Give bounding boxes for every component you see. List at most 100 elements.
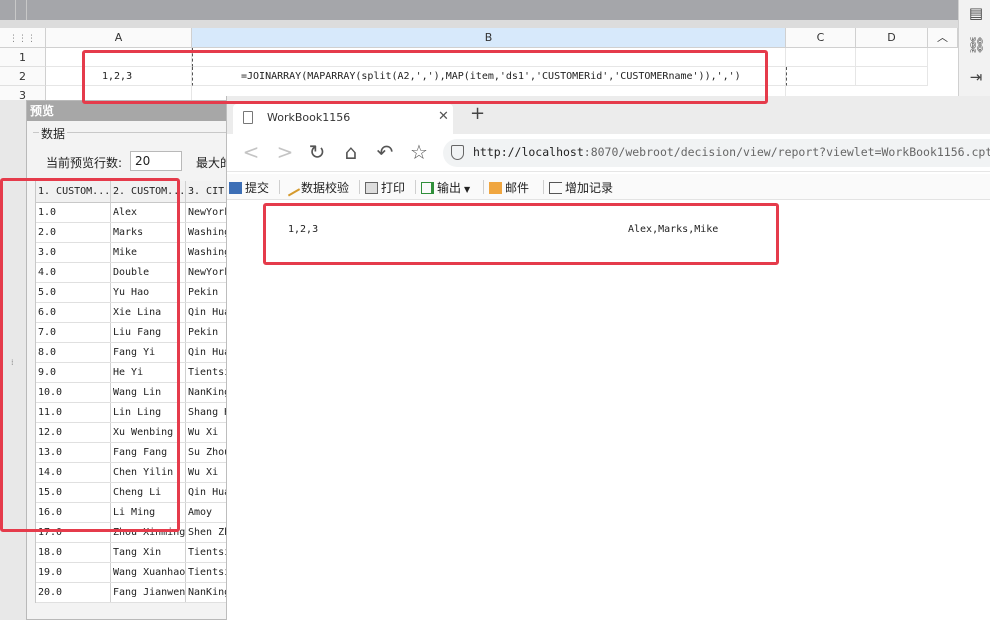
cell-customer-name[interactable]: Lin Ling xyxy=(111,403,186,422)
cell-city[interactable]: Su Zhou xyxy=(186,443,228,462)
cell-city[interactable]: Shang Hai xyxy=(186,403,228,422)
cell-city[interactable]: NewYork xyxy=(186,203,228,222)
cell-city[interactable]: NanKing xyxy=(186,383,228,402)
cell-city[interactable]: Wu Xi xyxy=(186,463,228,482)
cell-customer-name[interactable]: Li Ming xyxy=(111,503,186,522)
table-row[interactable]: 12.0 Xu Wenbing Wu Xi xyxy=(36,423,235,443)
column-header-customer-id[interactable]: 1. CUSTOM... xyxy=(36,181,111,202)
add-record-button[interactable]: 增加记录 xyxy=(549,179,613,196)
forward-icon[interactable]: > xyxy=(273,140,297,164)
cell-customer-id[interactable]: 3.0 xyxy=(36,243,111,262)
cell-city[interactable]: Shen Zhen xyxy=(186,523,228,542)
cell-customer-id[interactable]: 15.0 xyxy=(36,483,111,502)
cell-customer-id[interactable]: 2.0 xyxy=(36,223,111,242)
table-row[interactable]: 17.0Zhou XinmingShen Zhen xyxy=(36,523,235,543)
table-row[interactable]: 18.0Tang XinTientsin xyxy=(36,543,235,563)
cell-city[interactable]: Washington xyxy=(186,243,228,262)
column-header-d[interactable]: D xyxy=(856,28,928,48)
table-row[interactable]: 15.0Cheng LiQin Huang xyxy=(36,483,235,503)
table-row[interactable]: 1.0 Alex NewYork xyxy=(36,203,235,223)
cell-customer-name[interactable]: He Yi xyxy=(111,363,186,382)
cell-customer-name[interactable]: Yu Hao xyxy=(111,283,186,302)
preview-rows-input[interactable]: 20 xyxy=(130,151,182,171)
cell-city[interactable]: Qin Huang xyxy=(186,343,228,362)
validate-button[interactable]: 数据校验 xyxy=(282,179,349,197)
cell-customer-id[interactable]: 8.0 xyxy=(36,343,111,362)
table-row[interactable]: 9.0He YiTientsin xyxy=(36,363,235,383)
undo-icon[interactable]: ↶ xyxy=(373,140,397,164)
cell-customer-id[interactable]: 11.0 xyxy=(36,403,111,422)
cell-customer-name[interactable]: Fang Fang xyxy=(111,443,186,462)
export-dropdown[interactable]: 输出 ▼ xyxy=(421,179,470,196)
table-row[interactable]: 16.0 Li Ming Amoy xyxy=(36,503,235,523)
cell-customer-id[interactable]: 12.0 xyxy=(36,423,111,442)
table-row[interactable]: 10.0 Wang Lin NanKing xyxy=(36,383,235,403)
bookmark-star-icon[interactable]: ☆ xyxy=(407,140,431,164)
table-row[interactable]: 3.0MikeWashington xyxy=(36,243,235,263)
cell-city[interactable]: Washington xyxy=(186,223,228,242)
table-row[interactable]: 2.0MarksWashington xyxy=(36,223,235,243)
cell-attribute-icon[interactable]: ▤ xyxy=(967,4,985,22)
table-row[interactable]: 11.0Lin LingShang Hai xyxy=(36,403,235,423)
cell-customer-name[interactable]: Marks xyxy=(111,223,186,242)
cell-customer-id[interactable]: 17.0 xyxy=(36,523,111,542)
back-icon[interactable]: < xyxy=(239,140,263,164)
cell-customer-id[interactable]: 4.0 xyxy=(36,263,111,282)
cell-city[interactable]: Amoy xyxy=(186,503,228,522)
table-row[interactable]: 19.0Wang XuanhaoTientsin xyxy=(36,563,235,583)
cell-city[interactable]: Wu Xi xyxy=(186,423,228,442)
cell-customer-id[interactable]: 14.0 xyxy=(36,463,111,482)
cell-customer-name[interactable]: Fang Yi xyxy=(111,343,186,362)
cell-d1[interactable] xyxy=(856,48,928,67)
cell-customer-id[interactable]: 18.0 xyxy=(36,543,111,562)
cell-city[interactable]: NanKing xyxy=(186,583,228,602)
cell-customer-name[interactable]: Alex xyxy=(111,203,186,222)
print-button[interactable]: 打印 xyxy=(365,179,405,196)
column-header-customer-name[interactable]: 2. CUSTOM... xyxy=(111,181,186,202)
cell-b2-formula[interactable]: =JOINARRAY(MAPARRAY(split(A2,','),MAP(it… xyxy=(192,67,786,86)
cell-c1[interactable] xyxy=(786,48,856,67)
cell-city[interactable]: Pekin xyxy=(186,323,228,342)
cell-customer-id[interactable]: 9.0 xyxy=(36,363,111,382)
cell-city[interactable]: Pekin xyxy=(186,283,228,302)
cell-d2[interactable] xyxy=(856,67,928,86)
browser-tab[interactable]: WorkBook1156 ✕ xyxy=(233,104,453,134)
address-bar[interactable]: http://localhost:8070/webroot/decision/v… xyxy=(443,139,990,167)
cell-customer-name[interactable]: Fang Jianwen xyxy=(111,583,186,602)
close-tab-icon[interactable]: ✕ xyxy=(438,109,449,124)
select-all-corner[interactable]: ⋮⋮⋮ xyxy=(0,28,46,48)
cell-customer-name[interactable]: Wang Lin xyxy=(111,383,186,402)
cell-customer-id[interactable]: 10.0 xyxy=(36,383,111,402)
email-button[interactable]: 邮件 xyxy=(489,179,529,196)
table-row[interactable]: 4.0 Double NewYork xyxy=(36,263,235,283)
cell-b1[interactable] xyxy=(192,48,786,67)
column-header-b[interactable]: B xyxy=(192,28,786,48)
cell-customer-id[interactable]: 5.0 xyxy=(36,283,111,302)
cell-customer-id[interactable]: 7.0 xyxy=(36,323,111,342)
column-header-a[interactable]: A xyxy=(46,28,192,48)
reload-icon[interactable]: ↻ xyxy=(305,140,329,164)
cell-customer-name[interactable]: Double xyxy=(111,263,186,282)
row-header-2[interactable]: 2 xyxy=(0,67,46,86)
table-row[interactable]: 14.0 Chen Yilin Wu Xi xyxy=(36,463,235,483)
column-header-city[interactable]: 3. CIT xyxy=(186,181,228,202)
home-icon[interactable]: ⌂ xyxy=(339,140,363,164)
table-row[interactable]: 8.0Fang YiQin Huang xyxy=(36,343,235,363)
cell-customer-id[interactable]: 19.0 xyxy=(36,563,111,582)
cell-customer-name[interactable]: Zhou Xinming xyxy=(111,523,186,542)
row-header-1[interactable]: 1 xyxy=(0,48,46,67)
cell-customer-id[interactable]: 1.0 xyxy=(36,203,111,222)
cell-a1[interactable] xyxy=(46,48,192,67)
cell-city[interactable]: Tientsin xyxy=(186,563,228,582)
table-row[interactable]: 6.0Xie LinaQin Huang xyxy=(36,303,235,323)
cell-city[interactable]: Tientsin xyxy=(186,543,228,562)
import-icon[interactable]: ⇥ xyxy=(967,68,985,86)
table-row[interactable]: 13.0 Fang Fang Su Zhou xyxy=(36,443,235,463)
cell-city[interactable]: Tientsin xyxy=(186,363,228,382)
column-header-c[interactable]: C xyxy=(786,28,856,48)
cell-customer-id[interactable]: 16.0 xyxy=(36,503,111,522)
cell-customer-id[interactable]: 13.0 xyxy=(36,443,111,462)
cell-c2[interactable] xyxy=(786,67,856,86)
cell-customer-name[interactable]: Liu Fang xyxy=(111,323,186,342)
cell-city[interactable]: Qin Huang xyxy=(186,303,228,322)
